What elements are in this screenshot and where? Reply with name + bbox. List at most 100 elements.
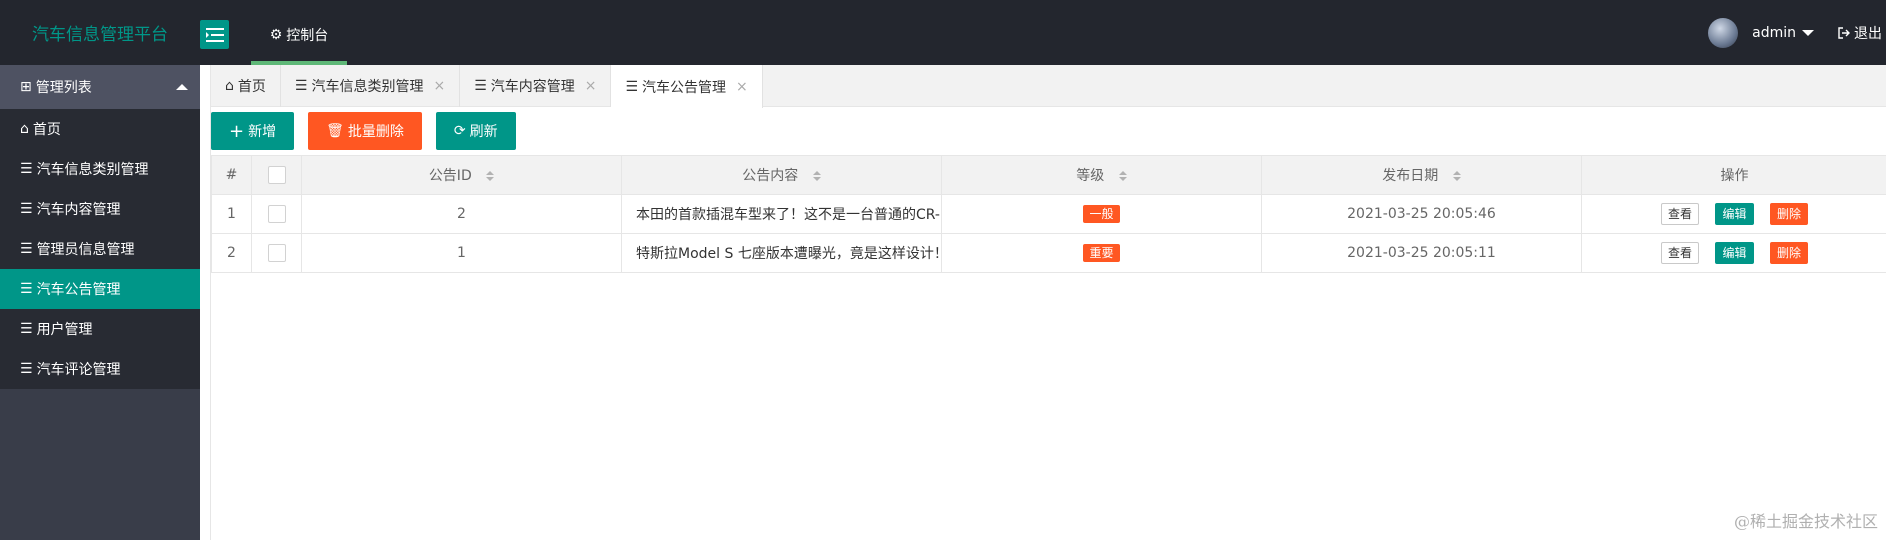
sort-icon[interactable] — [1118, 171, 1127, 181]
row-checkbox[interactable] — [267, 205, 286, 223]
col-select — [251, 155, 302, 195]
row-index: 2 — [211, 233, 252, 273]
sidebar-item-label: 汽车评论管理 — [36, 362, 121, 378]
close-icon[interactable]: × — [585, 78, 597, 94]
sidebar-item-car-category[interactable]: ☰ 汽车信息类别管理 — [0, 149, 200, 189]
row-actions: 查看 编辑 删除 — [1581, 194, 1886, 234]
logout-label: 退出 — [1854, 25, 1882, 42]
tab-label: 汽车公告管理 — [642, 79, 727, 96]
refresh-label: 刷新 — [469, 124, 498, 140]
row-content: 特斯拉Model S 七座版本遭曝光，竟是这样设计！ — [621, 233, 942, 273]
sidebar-item-label: 用户管理 — [36, 322, 93, 338]
avatar[interactable] — [1708, 17, 1739, 48]
main-content: ⌂ 首页 ☰ 汽车信息类别管理 × ☰ 汽车内容管理 × ☰ 汽车公告管理 × … — [210, 65, 1886, 540]
sidebar-item-comments[interactable]: ☰ 汽车评论管理 — [0, 349, 200, 389]
level-badge: 重要 — [1083, 244, 1120, 262]
batch-delete-button[interactable]: 🗑 批量删除 — [308, 112, 422, 150]
watermark: @稀土掘金技术社区 — [1733, 512, 1878, 531]
edit-button[interactable]: 编辑 — [1715, 203, 1754, 225]
sidebar-item-label: 汽车公告管理 — [36, 282, 121, 298]
user-menu[interactable]: admin — [1752, 25, 1814, 41]
sort-icon[interactable] — [486, 171, 495, 181]
tab-label: 首页 — [237, 79, 266, 95]
delete-button[interactable]: 删除 — [1769, 242, 1808, 264]
row-actions: 查看 编辑 删除 — [1581, 233, 1886, 273]
col-id-label: 公告ID — [428, 168, 472, 184]
view-button[interactable]: 查看 — [1661, 242, 1700, 264]
sidebar-header[interactable]: ⊞ 管理列表 — [0, 65, 200, 109]
user-name: admin — [1752, 24, 1796, 41]
row-date: 2021-03-25 20:05:46 — [1261, 194, 1582, 234]
announcement-table: # 公告ID 公告内容 等级 发布日期 操作 1 2 本田的首款插混车型来了！这… — [211, 155, 1886, 273]
col-date-label: 发布日期 — [1382, 168, 1439, 184]
sidebar-item-home[interactable]: ⌂ 首页 — [0, 109, 200, 149]
add-button[interactable]: + 新增 — [211, 112, 295, 150]
level-badge: 一般 — [1083, 205, 1120, 223]
add-label: 新增 — [248, 124, 277, 140]
refresh-button[interactable]: ⟳ 刷新 — [435, 112, 516, 150]
app-title[interactable]: 汽车信息管理平台 — [0, 0, 200, 65]
plus-icon: + — [229, 120, 245, 142]
select-all-checkbox[interactable] — [267, 166, 286, 184]
grid-icon: ⊞ — [20, 79, 32, 95]
row-content: 本田的首款插混车型来了！这不是一台普通的CR- — [621, 194, 942, 234]
row-checkbox[interactable] — [267, 244, 286, 262]
edit-button[interactable]: 编辑 — [1715, 242, 1754, 264]
tab-car-category[interactable]: ☰ 汽车信息类别管理 × — [281, 65, 461, 107]
view-button[interactable]: 查看 — [1661, 203, 1700, 225]
tab-bar: ⌂ 首页 ☰ 汽车信息类别管理 × ☰ 汽车内容管理 × ☰ 汽车公告管理 × — [211, 65, 1886, 108]
home-icon: ⌂ — [225, 78, 234, 94]
tab-label: 汽车信息类别管理 — [311, 79, 424, 95]
delete-button[interactable]: 删除 — [1769, 203, 1808, 225]
tab-home[interactable]: ⌂ 首页 — [211, 65, 281, 107]
table-header-row: # 公告ID 公告内容 等级 发布日期 操作 — [211, 155, 1886, 195]
logout-button[interactable]: 退出 — [1838, 23, 1882, 43]
menu-toggle-button[interactable] — [200, 20, 229, 49]
sidebar-header-label: 管理列表 — [35, 80, 92, 96]
tab-car-content[interactable]: ☰ 汽车内容管理 × — [460, 65, 612, 107]
table-row[interactable]: 1 2 本田的首款插混车型来了！这不是一台普通的CR- 一般 2021-03-2… — [211, 194, 1886, 234]
sort-icon[interactable] — [1452, 171, 1461, 181]
sidebar-item-admin-info[interactable]: ☰ 管理员信息管理 — [0, 229, 200, 269]
row-id: 2 — [301, 194, 622, 234]
top-bar: 汽车信息管理平台 ⚙ 控制台 admin 退出 — [0, 0, 1886, 65]
list-icon: ☰ — [20, 201, 33, 217]
tab-announcement[interactable]: ☰ 汽车公告管理 × — [611, 65, 763, 108]
gear-icon: ⚙ — [269, 26, 283, 43]
sidebar-item-label: 汽车信息类别管理 — [36, 162, 149, 178]
sort-icon[interactable] — [812, 171, 821, 181]
col-index: # — [211, 155, 252, 195]
sidebar-item-users[interactable]: ☰ 用户管理 — [0, 309, 200, 349]
sidebar-item-label: 首页 — [32, 122, 61, 138]
home-icon: ⌂ — [20, 121, 29, 137]
logout-icon — [1838, 26, 1850, 39]
sidebar: ⊞ 管理列表 ⌂ 首页 ☰ 汽车信息类别管理 ☰ 汽车内容管理 ☰ 管理员信息管… — [0, 65, 200, 540]
close-icon[interactable]: × — [736, 79, 748, 95]
col-level[interactable]: 等级 — [941, 155, 1262, 195]
list-icon: ☰ — [20, 361, 33, 377]
list-icon: ☰ — [625, 78, 639, 95]
close-icon[interactable]: × — [433, 78, 445, 94]
sidebar-item-announcement[interactable]: ☰ 汽车公告管理 — [0, 269, 200, 309]
sidebar-item-label: 汽车内容管理 — [36, 202, 121, 218]
trash-icon: 🗑 — [326, 123, 344, 139]
sidebar-item-car-content[interactable]: ☰ 汽车内容管理 — [0, 189, 200, 229]
col-date[interactable]: 发布日期 — [1261, 155, 1582, 195]
col-id[interactable]: 公告ID — [301, 155, 622, 195]
row-index: 1 — [211, 194, 252, 234]
col-content[interactable]: 公告内容 — [621, 155, 942, 195]
chevron-down-icon — [1802, 29, 1814, 36]
list-icon: ☰ — [20, 321, 33, 337]
list-icon: ☰ — [20, 241, 33, 257]
batch-delete-label: 批量删除 — [347, 124, 404, 140]
chevron-up-icon — [176, 84, 188, 90]
sidebar-item-label: 管理员信息管理 — [36, 242, 135, 258]
tab-console[interactable]: ⚙ 控制台 — [251, 0, 347, 65]
list-icon: ☰ — [20, 281, 33, 297]
console-label: 控制台 — [286, 27, 329, 44]
col-actions: 操作 — [1581, 155, 1886, 195]
table-row[interactable]: 2 1 特斯拉Model S 七座版本遭曝光，竟是这样设计！ 重要 2021-0… — [211, 233, 1886, 273]
menu-icon — [205, 27, 224, 42]
col-content-label: 公告内容 — [742, 168, 799, 184]
toolbar: + 新增 🗑 批量删除 ⟳ 刷新 — [211, 107, 1886, 155]
